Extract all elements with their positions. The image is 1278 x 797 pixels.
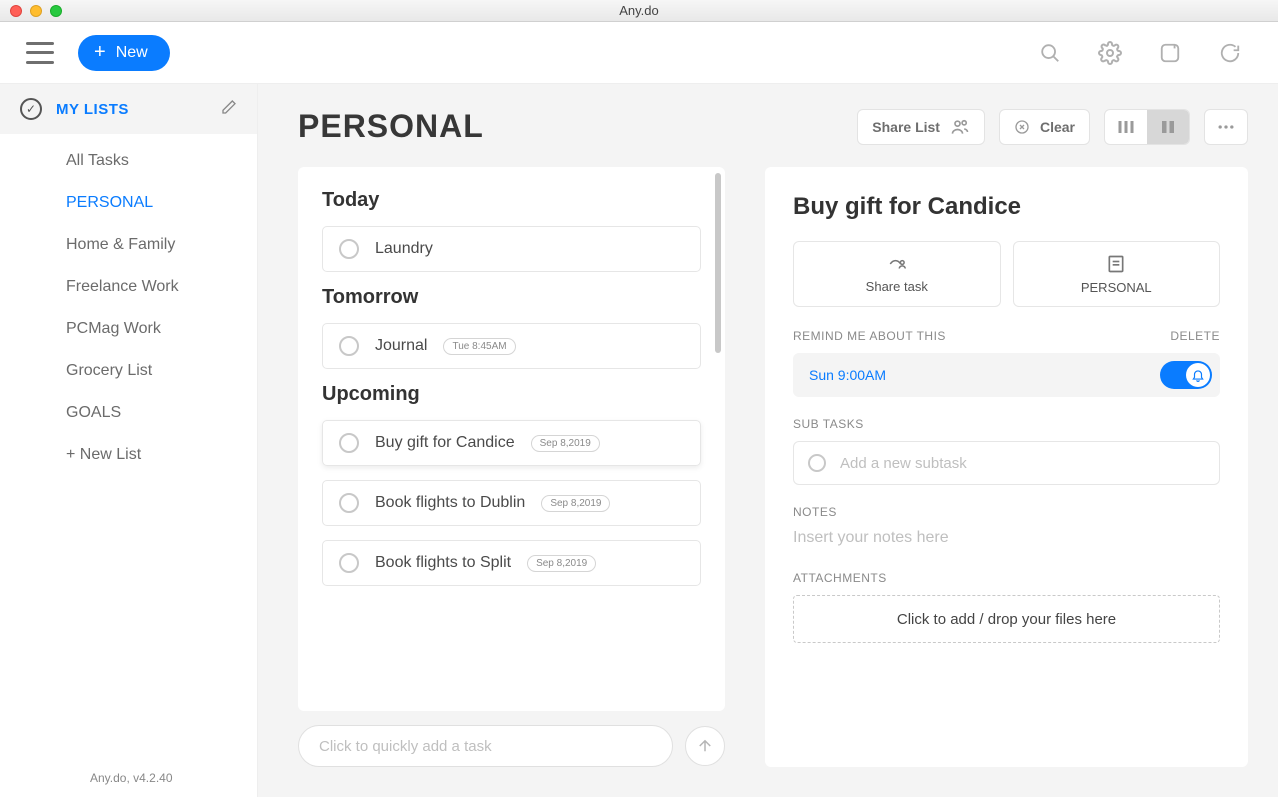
app-version: Any.do, v4.2.40 (0, 761, 257, 797)
maximize-window-button[interactable] (50, 5, 62, 17)
view-toggle (1104, 109, 1190, 145)
plus-icon: + (94, 41, 106, 64)
subtask-checkbox[interactable] (808, 454, 826, 472)
task-title: Book flights to Split (375, 554, 511, 572)
task-checkbox[interactable] (339, 553, 359, 573)
subtask-input[interactable] (840, 455, 1205, 472)
sidebar-header[interactable]: MY LISTS (0, 84, 257, 134)
clear-button[interactable]: Clear (999, 109, 1090, 145)
quick-add-input[interactable] (298, 725, 673, 767)
task-list-card: Today Laundry Tomorrow Journal Tue 8:45A… (298, 167, 725, 711)
task-detail-panel: Buy gift for Candice Share task PERSONAL… (765, 167, 1248, 767)
task-row[interactable]: Buy gift for Candice Sep 8,2019 (322, 420, 701, 466)
list-icon (1106, 254, 1126, 274)
bell-icon (1191, 368, 1205, 382)
check-circle-icon (20, 98, 42, 120)
sidebar-header-label: MY LISTS (56, 101, 207, 118)
close-window-button[interactable] (10, 5, 22, 17)
notes-input[interactable]: Insert your notes here (793, 529, 1220, 547)
sidebar-item-freelance[interactable]: Freelance Work (0, 266, 257, 308)
window-icon[interactable] (1158, 41, 1182, 65)
pencil-icon[interactable] (221, 99, 237, 120)
task-row[interactable]: Journal Tue 8:45AM (322, 323, 701, 369)
section-title-today: Today (322, 189, 701, 212)
share-task-button[interactable]: Share task (793, 241, 1001, 307)
window-controls (0, 5, 62, 17)
task-title: Laundry (375, 240, 433, 258)
arrow-up-icon (696, 737, 714, 755)
more-button[interactable] (1204, 109, 1248, 145)
new-button[interactable]: + New (78, 35, 170, 71)
task-title: Journal (375, 337, 427, 355)
sidebar: MY LISTS All Tasks PERSONAL Home & Famil… (0, 84, 258, 797)
sidebar-item-pcmag[interactable]: PCMag Work (0, 308, 257, 350)
view-three-column[interactable] (1105, 110, 1147, 144)
share-list-button[interactable]: Share List (857, 109, 985, 145)
task-checkbox[interactable] (339, 239, 359, 259)
sidebar-item-grocery[interactable]: Grocery List (0, 350, 257, 392)
subtask-input-row[interactable] (793, 441, 1220, 485)
task-title: Buy gift for Candice (375, 434, 515, 452)
list-name-label: PERSONAL (1081, 280, 1152, 295)
scrollbar[interactable] (715, 173, 721, 353)
sidebar-item-goals[interactable]: GOALS (0, 392, 257, 434)
task-date-badge: Sep 8,2019 (541, 495, 610, 512)
menu-icon[interactable] (26, 42, 54, 64)
window-title: Any.do (0, 3, 1278, 18)
share-person-icon (885, 255, 909, 273)
section-title-tomorrow: Tomorrow (322, 286, 701, 309)
task-row[interactable]: Book flights to Dublin Sep 8,2019 (322, 480, 701, 526)
attachments-label: ATTACHMENTS (793, 571, 887, 585)
view-two-column[interactable] (1147, 110, 1189, 144)
delete-reminder-button[interactable]: DELETE (1170, 329, 1220, 343)
task-title: Book flights to Dublin (375, 494, 525, 512)
people-icon (950, 117, 970, 137)
window-titlebar: Any.do (0, 0, 1278, 22)
list-button[interactable]: PERSONAL (1013, 241, 1221, 307)
task-row[interactable]: Laundry (322, 226, 701, 272)
section-title-upcoming: Upcoming (322, 383, 701, 406)
task-date-badge: Tue 8:45AM (443, 338, 515, 355)
remind-label: REMIND ME ABOUT THIS (793, 329, 946, 343)
subtasks-label: SUB TASKS (793, 417, 864, 431)
share-task-label: Share task (866, 279, 928, 294)
task-checkbox[interactable] (339, 493, 359, 513)
gear-icon[interactable] (1098, 41, 1122, 65)
task-row[interactable]: Book flights to Split Sep 8,2019 (322, 540, 701, 586)
sidebar-item-new-list[interactable]: + New List (0, 434, 257, 476)
reminder-toggle[interactable] (1160, 361, 1212, 389)
search-icon[interactable] (1038, 41, 1062, 65)
task-date-badge: Sep 8,2019 (527, 555, 596, 572)
app-toolbar: + New (0, 22, 1278, 84)
sync-icon[interactable] (1218, 41, 1242, 65)
x-circle-icon (1014, 119, 1030, 135)
reminder-row[interactable]: Sun 9:00AM (793, 353, 1220, 397)
more-horizontal-icon (1216, 117, 1236, 137)
notes-label: NOTES (793, 505, 837, 519)
task-date-badge: Sep 8,2019 (531, 435, 600, 452)
minimize-window-button[interactable] (30, 5, 42, 17)
attachment-dropzone[interactable]: Click to add / drop your files here (793, 595, 1220, 643)
sidebar-item-personal[interactable]: PERSONAL (0, 182, 257, 224)
task-checkbox[interactable] (339, 336, 359, 356)
sidebar-item-home-family[interactable]: Home & Family (0, 224, 257, 266)
share-list-label: Share List (872, 119, 940, 135)
new-button-label: New (116, 44, 148, 62)
reminder-time: Sun 9:00AM (809, 367, 886, 383)
page-title: PERSONAL (298, 108, 484, 145)
sidebar-item-all-tasks[interactable]: All Tasks (0, 140, 257, 182)
task-checkbox[interactable] (339, 433, 359, 453)
detail-title: Buy gift for Candice (793, 193, 1220, 221)
clear-label: Clear (1040, 119, 1075, 135)
quick-add-submit[interactable] (685, 726, 725, 766)
content-area: PERSONAL Share List Clear (258, 84, 1278, 797)
